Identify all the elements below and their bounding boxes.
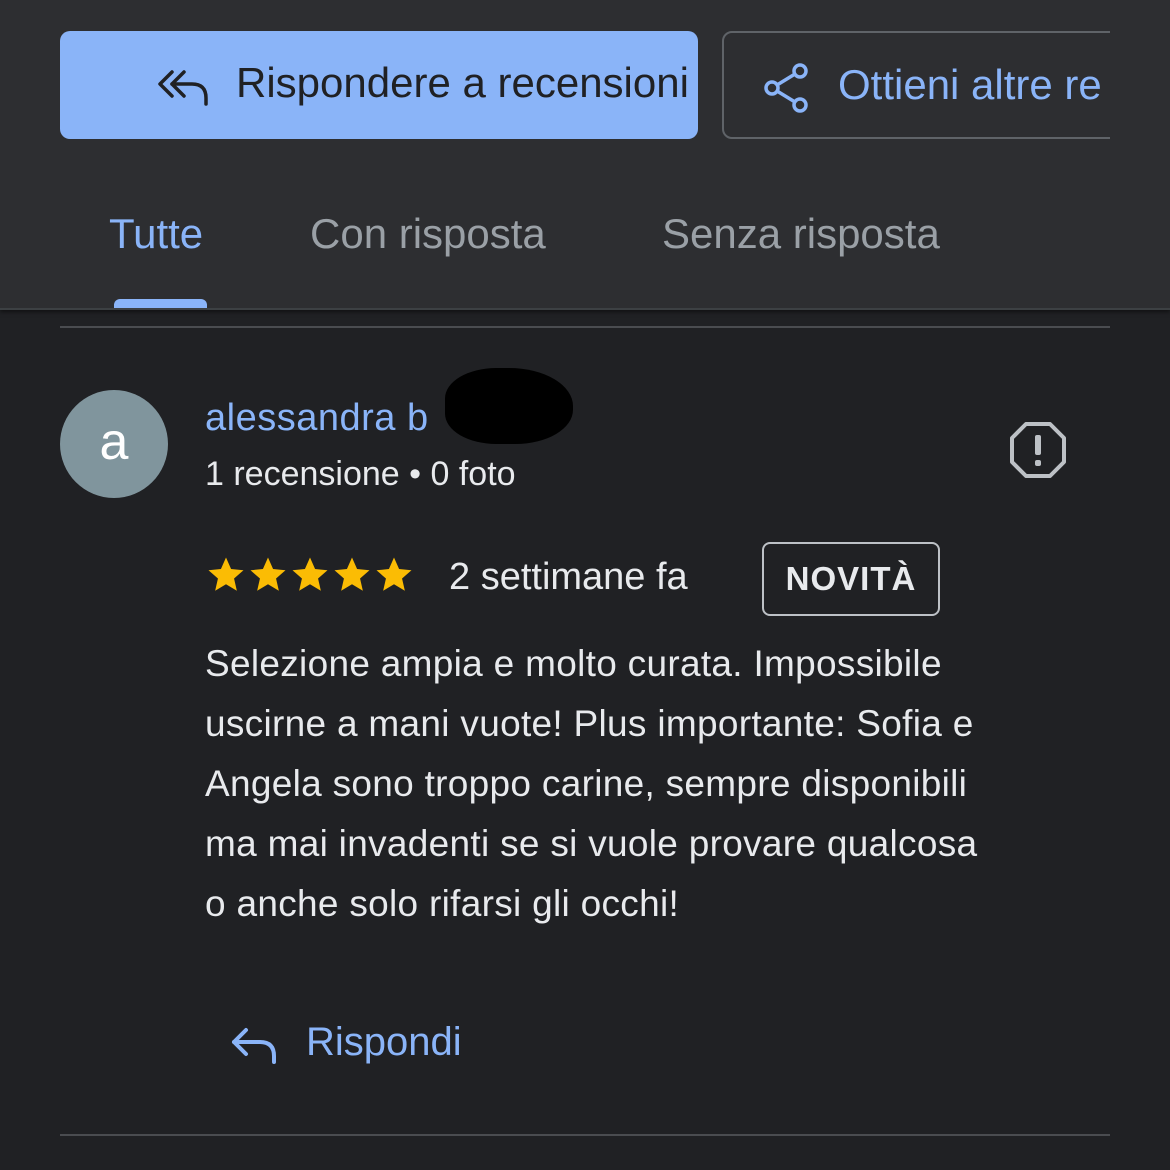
star-icon xyxy=(250,557,286,591)
review-text-line: Angela sono troppo carine, sempre dispon… xyxy=(205,763,968,804)
tab-answered[interactable]: Con risposta xyxy=(310,196,546,272)
reply-to-reviews-button[interactable]: Rispondere a recensioni xyxy=(60,31,698,139)
redaction-mark xyxy=(445,368,573,444)
reply-to-reviews-label: Rispondere a recensioni xyxy=(236,59,689,106)
review-text-line: ma mai invadenti se si vuole provare qua… xyxy=(205,823,978,864)
top-bar: Rispondere a recensioni Ottieni altre re… xyxy=(0,0,1170,310)
top-divider xyxy=(60,326,1110,328)
tab-active-indicator xyxy=(114,299,207,308)
reviewer-meta: 1 recensione • 0 foto xyxy=(205,455,516,493)
tab-all[interactable]: Tutte xyxy=(109,196,203,272)
report-icon[interactable] xyxy=(1008,420,1068,480)
share-icon xyxy=(764,63,808,113)
get-more-reviews-clip: Ottieni altre re xyxy=(722,31,1110,139)
new-badge: NOVITÀ xyxy=(762,542,940,616)
bottom-divider xyxy=(60,1134,1110,1136)
review-text-line: uscirne a mani vuote! Plus importante: S… xyxy=(205,703,974,744)
review-text: Selezione ampia e molto curata. Impossib… xyxy=(205,634,1110,934)
get-more-reviews-label: Ottieni altre re xyxy=(838,61,1102,108)
reply-icon xyxy=(232,1028,276,1064)
reply-all-icon xyxy=(158,70,208,106)
reply-label: Rispondi xyxy=(306,1020,462,1064)
tab-unanswered[interactable]: Senza risposta xyxy=(662,196,940,272)
get-more-reviews-button[interactable]: Ottieni altre re xyxy=(722,31,1110,139)
star-icon xyxy=(292,557,328,591)
star-rating xyxy=(205,554,415,598)
reviewer-name[interactable]: alessandra b xyxy=(205,394,429,442)
star-icon xyxy=(334,557,370,591)
review-text-line: Selezione ampia e molto curata. Impossib… xyxy=(205,643,942,684)
star-icon xyxy=(376,557,412,591)
review-text-line: o anche solo rifarsi gli occhi! xyxy=(205,883,680,924)
review-time: 2 settimane fa xyxy=(449,556,688,598)
avatar[interactable]: a xyxy=(60,390,168,498)
star-icon xyxy=(208,557,244,591)
